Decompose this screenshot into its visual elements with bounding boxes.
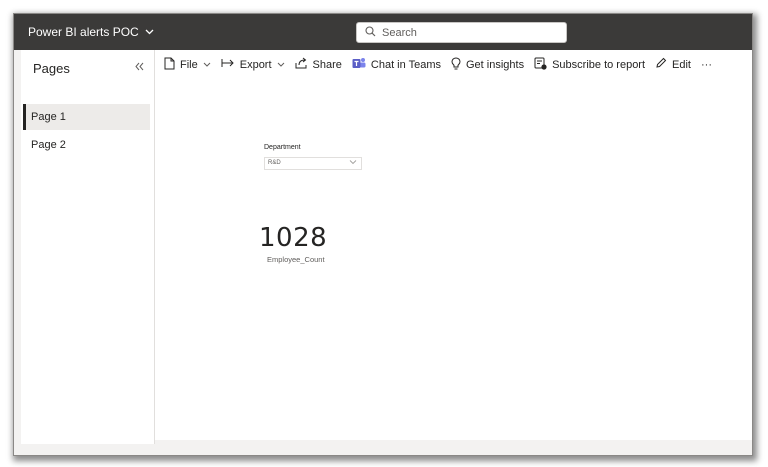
search-icon [365,24,376,42]
edit-button[interactable]: Edit [650,50,696,79]
top-bar: Power BI alerts POC [14,14,752,50]
export-label: Export [239,58,272,71]
get-insights-label: Get insights [466,58,525,71]
share-icon [295,57,308,72]
pencil-icon [655,57,667,72]
app-window: Power BI alerts POC Pages Page 1 Page 2 [14,14,752,455]
share-label: Share [312,58,342,71]
search-input[interactable] [382,26,552,39]
chevron-down-icon [145,27,154,38]
get-insights-button[interactable]: Get insights [446,50,529,79]
chevron-down-icon [349,159,357,167]
subscribe-icon [534,57,547,73]
double-chevron-left-icon [134,60,144,74]
status-bar [14,444,752,455]
department-slicer-dropdown[interactable]: R&D [264,157,362,170]
teams-icon [352,57,366,73]
file-menu-button[interactable]: File [159,50,216,79]
export-arrow-icon [221,58,235,71]
app-title: Power BI alerts POC [28,25,139,39]
share-button[interactable]: Share [290,50,347,79]
page-tab-page-2[interactable]: Page 2 [23,132,150,158]
export-menu-button[interactable]: Export [216,50,290,79]
more-options-icon: ··· [701,58,712,71]
subscribe-to-report-button[interactable]: Subscribe to report [529,50,650,79]
page-tab-page-1[interactable]: Page 1 [23,104,150,130]
pages-header: Pages [33,61,70,76]
slicer-selected-value: R&D [268,160,281,166]
document-icon [164,57,175,73]
lightbulb-icon [451,56,461,73]
subscribe-label: Subscribe to report [552,58,646,71]
file-label: File [180,58,198,71]
chat-in-teams-button[interactable]: Chat in Teams [347,50,446,79]
chevron-down-icon [277,60,285,69]
report-toolbar: File Export Share Chat in Teams Get insi… [155,50,752,79]
edit-label: Edit [672,58,691,71]
more-options-button[interactable]: ··· [696,50,717,79]
pages-pane: Pages Page 1 Page 2 [21,50,155,444]
app-title-menu[interactable]: Power BI alerts POC [28,25,154,39]
card-visual-value: 1028 [259,223,328,253]
collapse-pane-button[interactable] [134,60,144,74]
card-visual-label: Employee_Count [267,255,325,264]
slicer-title: Department [264,144,301,151]
report-canvas: Department R&D 1028 Employee_Count [155,79,752,440]
search-box[interactable] [356,22,567,43]
chat-in-teams-label: Chat in Teams [370,58,441,71]
chevron-down-icon [203,60,211,69]
